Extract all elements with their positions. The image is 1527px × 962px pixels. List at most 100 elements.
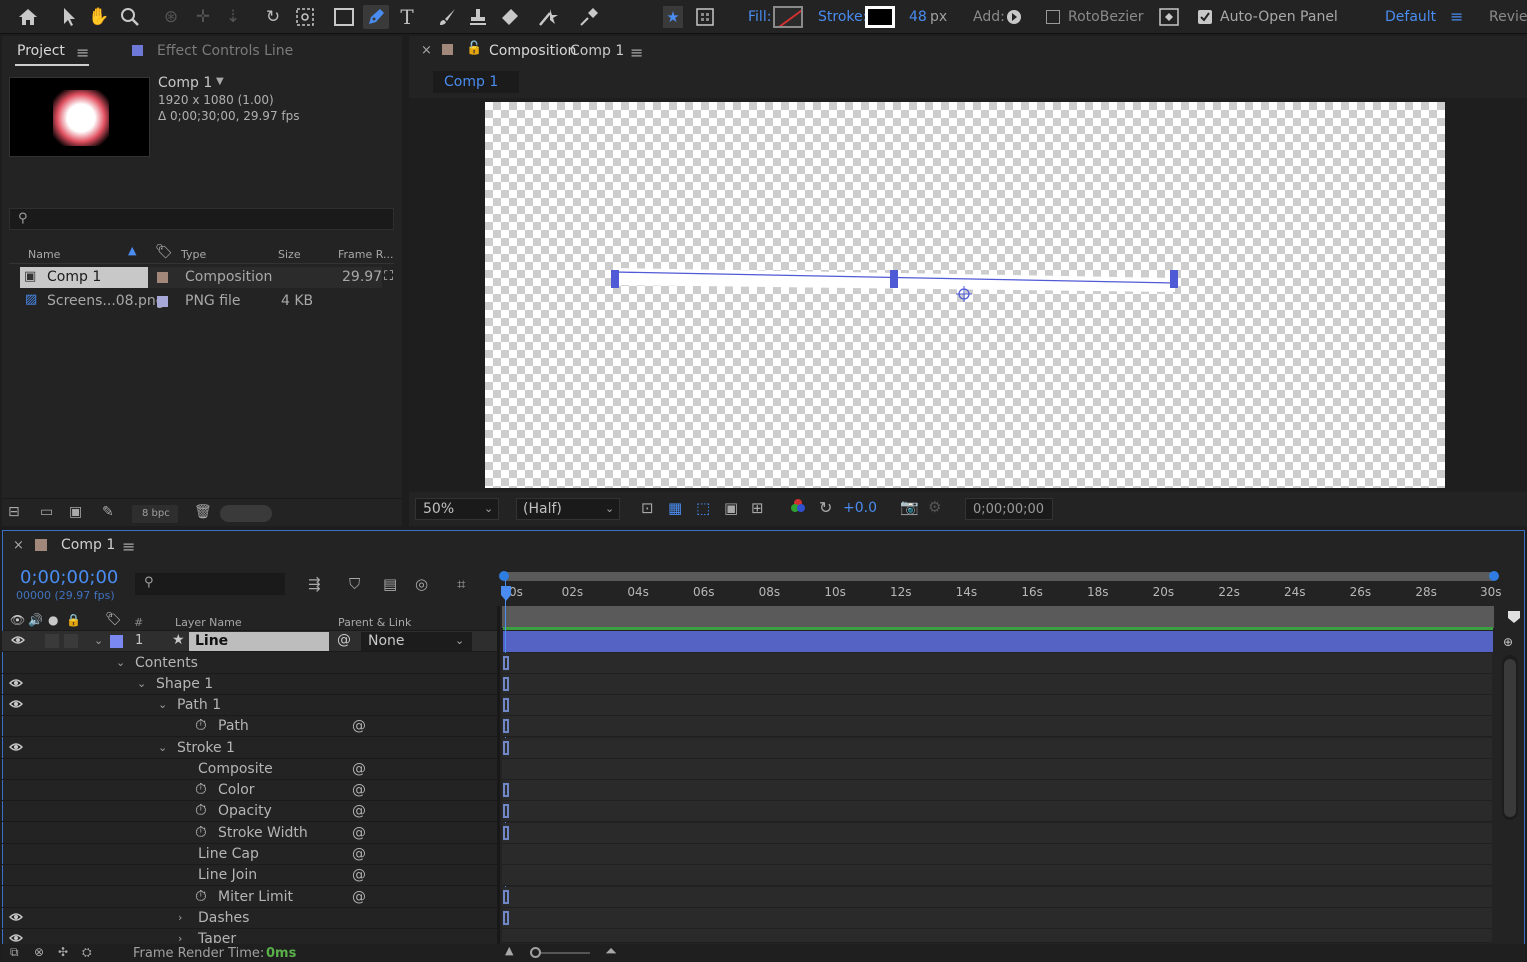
prop-row-opacity[interactable]: ⏱ Opacity @ bbox=[0, 801, 497, 822]
prop-row-stroke-width[interactable]: ⏱ Stroke Width @ bbox=[0, 823, 497, 844]
lock-icon[interactable]: 🔓 bbox=[466, 41, 482, 56]
prop-row-color[interactable]: ⏱ Color @ bbox=[0, 780, 497, 801]
puppet-pin-tool-icon[interactable] bbox=[578, 6, 600, 28]
new-folder-icon[interactable]: ▭ bbox=[40, 504, 53, 520]
comp-info-dropdown-icon[interactable]: ▼ bbox=[216, 76, 224, 87]
reset-exposure-icon[interactable]: ↻ bbox=[819, 498, 832, 517]
timeline-tab[interactable]: Comp 1 bbox=[61, 537, 115, 553]
exposure-value[interactable]: +0.0 bbox=[843, 500, 877, 516]
eye-icon[interactable] bbox=[9, 742, 23, 752]
flowchart-icon[interactable]: ⛶ bbox=[384, 269, 393, 284]
render-time-icon[interactable]: ⛭ bbox=[82, 945, 92, 960]
work-area-bar[interactable] bbox=[499, 571, 1499, 581]
rectangle-tool-icon[interactable] bbox=[333, 6, 355, 28]
prop-row-path1[interactable]: ⌄ Path 1 bbox=[0, 695, 497, 716]
resolution-dropdown[interactable]: (Half) ⌄ bbox=[516, 498, 620, 520]
workspace-menu-icon[interactable]: ≡ bbox=[1450, 7, 1463, 26]
tool-star-icon[interactable]: ★ bbox=[663, 6, 683, 28]
prop-row-miter-limit[interactable]: ⏱ Miter Limit @ bbox=[0, 887, 497, 908]
expand-chevron-icon[interactable]: › bbox=[178, 911, 182, 924]
region-of-interest-icon[interactable]: ▣ bbox=[724, 499, 738, 517]
stopwatch-icon[interactable]: ⏱ bbox=[195, 801, 207, 819]
expression-pick-whip-icon[interactable]: @ bbox=[352, 846, 366, 862]
expand-chevron-icon[interactable]: ⌄ bbox=[116, 656, 125, 669]
close-tab-icon[interactable]: × bbox=[421, 43, 432, 58]
layer-bar-line[interactable] bbox=[503, 631, 1493, 652]
video-eye-header-icon[interactable]: 👁 bbox=[10, 613, 25, 627]
rotation-tool-icon[interactable]: ↻ bbox=[262, 6, 284, 28]
expression-pick-whip-icon[interactable]: @ bbox=[352, 889, 366, 905]
transfer-controls-icon[interactable]: ⊗ bbox=[34, 945, 44, 959]
keyframe-marker[interactable] bbox=[503, 890, 509, 904]
lock-header-icon[interactable]: 🔒 bbox=[66, 613, 81, 627]
expression-pick-whip-icon[interactable]: @ bbox=[352, 867, 366, 883]
pan-camera-icon[interactable]: ✛ bbox=[192, 6, 214, 28]
project-menu-icon[interactable]: ≡ bbox=[76, 43, 89, 62]
in-out-icon[interactable]: ✣ bbox=[58, 945, 68, 959]
composition-menu-icon[interactable]: ≡ bbox=[630, 43, 643, 62]
new-composition-icon[interactable]: ▣ bbox=[69, 504, 82, 520]
stroke-swatch[interactable] bbox=[865, 6, 895, 28]
expand-chevron-icon[interactable]: ⌄ bbox=[158, 698, 167, 711]
workspace-review[interactable]: Review bbox=[1489, 9, 1527, 25]
stroke-width-value[interactable]: 48 bbox=[909, 9, 927, 25]
selection-tool-icon[interactable] bbox=[58, 6, 80, 28]
mask-visibility-icon[interactable]: ⬚ bbox=[696, 499, 710, 517]
interpret-footage-icon[interactable]: ⊟ bbox=[8, 504, 20, 520]
layer-row[interactable]: ⌄ 1 ★ Line @ None ⌄ bbox=[2, 631, 499, 652]
label-header-icon[interactable]: 🏷 bbox=[105, 612, 122, 627]
eye-icon[interactable] bbox=[9, 933, 23, 943]
prop-row-contents[interactable]: ⌄ Contents bbox=[0, 653, 497, 674]
brush-tool-icon[interactable] bbox=[436, 6, 458, 28]
col-layer-name[interactable]: Layer Name bbox=[175, 616, 242, 629]
eye-icon[interactable] bbox=[9, 912, 23, 922]
eraser-tool-icon[interactable] bbox=[498, 6, 520, 28]
col-size[interactable]: Size bbox=[278, 248, 301, 261]
expression-pick-whip-icon[interactable]: @ bbox=[352, 718, 366, 734]
frame-blending-icon[interactable]: ▤ bbox=[383, 575, 397, 593]
zoom-slider-thumb[interactable] bbox=[530, 947, 541, 958]
layer-label-color[interactable] bbox=[110, 635, 123, 648]
prop-row-shape1[interactable]: ⌄ Shape 1 bbox=[0, 674, 497, 695]
label-color-swatch[interactable] bbox=[157, 296, 168, 307]
expression-pick-whip-icon[interactable]: @ bbox=[352, 825, 366, 841]
composition-canvas[interactable] bbox=[485, 102, 1445, 488]
transparency-grid-icon[interactable]: ▦ bbox=[668, 499, 682, 517]
eye-icon[interactable] bbox=[11, 635, 25, 645]
current-time-indicator[interactable] bbox=[500, 586, 512, 602]
keyframe-marker[interactable] bbox=[503, 783, 509, 797]
grid-guides-icon[interactable]: ⊞ bbox=[751, 499, 764, 517]
color-channels-icon[interactable] bbox=[790, 498, 806, 518]
expand-chevron-icon[interactable]: ⌄ bbox=[158, 741, 167, 754]
composition-mini-flowchart-icon[interactable]: ⇶ bbox=[308, 575, 321, 593]
keyframe-marker[interactable] bbox=[503, 698, 509, 712]
zoom-dropdown[interactable]: 50% ⌄ bbox=[415, 498, 499, 520]
keyframe-marker[interactable] bbox=[503, 656, 509, 670]
scrollbar-thumb[interactable] bbox=[1504, 659, 1516, 817]
eye-icon[interactable] bbox=[9, 678, 23, 688]
project-search-input[interactable]: ⚲ bbox=[9, 208, 394, 230]
motion-blur-icon[interactable]: ◎ bbox=[415, 575, 428, 593]
keyframe-marker[interactable] bbox=[503, 719, 509, 733]
parent-dropdown[interactable]: None ⌄ bbox=[361, 632, 472, 651]
viewer-timecode[interactable]: 0;00;00;00 bbox=[965, 498, 1053, 520]
keyframe-marker[interactable] bbox=[503, 826, 509, 840]
pick-whip-icon[interactable]: @ bbox=[337, 632, 351, 648]
auto-open-checkbox[interactable] bbox=[1198, 10, 1212, 24]
keyframe-marker[interactable] bbox=[503, 677, 509, 691]
stopwatch-icon[interactable]: ⏱ bbox=[195, 716, 207, 734]
stopwatch-icon[interactable]: ⏱ bbox=[195, 823, 207, 841]
label-tag-icon[interactable]: 🏷 bbox=[155, 244, 173, 260]
lock-switch[interactable] bbox=[64, 634, 78, 648]
keyframe-marker[interactable] bbox=[503, 911, 509, 925]
pen-tool-icon[interactable] bbox=[363, 5, 389, 29]
layer-name-field[interactable]: Line bbox=[189, 632, 329, 651]
comp-subtab[interactable]: Comp 1 bbox=[433, 71, 519, 93]
timeline-search-input[interactable]: ⚲ bbox=[135, 573, 285, 595]
panel-toggle-icon[interactable] bbox=[1158, 6, 1180, 28]
stopwatch-icon[interactable]: ⏱ bbox=[195, 887, 207, 905]
project-item-png[interactable]: ▨ Screens...08.png PNG file 4 KB bbox=[20, 291, 382, 312]
label-color-swatch[interactable] bbox=[157, 272, 168, 283]
audio-header-icon[interactable]: 🔊 bbox=[28, 613, 43, 627]
roto-brush-tool-icon[interactable] bbox=[538, 6, 560, 28]
